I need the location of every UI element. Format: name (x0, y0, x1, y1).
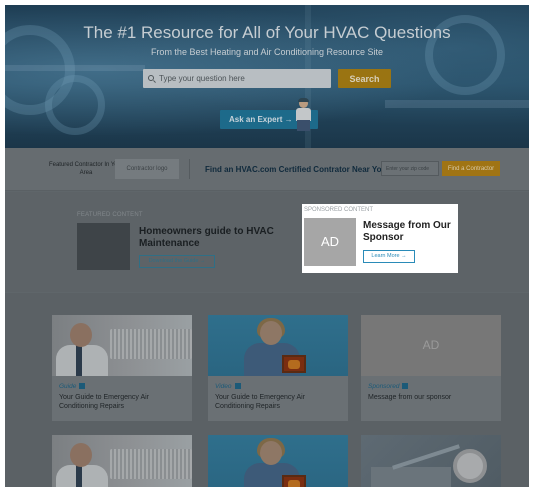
technician-body (56, 345, 108, 376)
ad-icon (402, 383, 409, 389)
woman-head (260, 441, 282, 465)
sponsored-ad-thumbnail: AD (304, 218, 356, 266)
hero-subtitle: From the Best Heating and Air Conditioni… (150, 47, 384, 57)
contractor-logo[interactable]: Contractor logo (115, 159, 179, 179)
technician-strap (76, 345, 82, 376)
ac-unit-illustration (110, 449, 192, 479)
decor-bar (385, 100, 529, 108)
find-contractor-button[interactable]: Find a Contractor (442, 161, 500, 176)
article-cards: Guide Your Guide to Emergency Air Condit… (5, 293, 529, 487)
featured-thumbnail (77, 223, 130, 270)
technician-strap (76, 465, 82, 487)
download-guide-button[interactable]: Download the Guide → (139, 255, 215, 268)
contractor-strip: Featured Contractor In Your Area Contrac… (5, 148, 529, 191)
zip-code-input[interactable] (381, 161, 439, 176)
ad-image: AD (361, 315, 501, 376)
featured-content-heading: FEATURED CONTENT (77, 212, 143, 218)
sponsored-title[interactable]: Message from Our Sponsor (363, 220, 456, 244)
hero-banner: The #1 Resource for All of Your HVAC Que… (5, 5, 529, 148)
article-card-video[interactable]: Video Your Guide to Emergency Air Condit… (208, 315, 348, 421)
card-image (361, 435, 501, 487)
card-title[interactable]: Your Guide to Emergency Air Conditioning… (215, 393, 343, 411)
search-input[interactable] (143, 69, 331, 88)
decor-pipe (45, 75, 105, 135)
motor-rod (392, 444, 460, 470)
woman-head (260, 321, 282, 345)
technician-cap (298, 98, 309, 102)
card-tag: Sponsored (368, 383, 409, 390)
heater-flame (288, 480, 300, 487)
find-contractor-text: Find an HVAC.com Certified Contrator Nea… (205, 165, 387, 174)
card-tag: Guide (59, 383, 86, 390)
search-button[interactable]: Search (338, 69, 391, 88)
card-image (208, 435, 348, 487)
heater-flame (288, 360, 300, 369)
card-image (208, 315, 348, 376)
motor-housing (371, 467, 451, 487)
card-image (52, 315, 192, 376)
card-tag: Video (215, 383, 241, 390)
card-title[interactable]: Your Guide to Emergency Air Conditioning… (59, 393, 187, 411)
technician-head (70, 323, 92, 347)
hero-title: The #1 Resource for All of Your HVAC Que… (83, 23, 451, 42)
card-image (52, 435, 192, 487)
technician-illustration (293, 98, 313, 131)
fan-disc (453, 449, 487, 483)
technician-legs (297, 120, 310, 131)
article-card[interactable] (208, 435, 348, 487)
page-frame: The #1 Resource for All of Your HVAC Que… (5, 5, 529, 487)
technician-body (56, 465, 108, 487)
article-card[interactable] (52, 435, 192, 487)
document-icon (79, 383, 86, 389)
article-card-guide[interactable]: Guide Your Guide to Emergency Air Condit… (52, 315, 192, 421)
video-camera-icon (234, 383, 241, 389)
card-title[interactable]: Message from our sponsor (368, 393, 496, 402)
article-card[interactable] (361, 435, 501, 487)
divider (189, 159, 190, 179)
ac-unit-illustration (110, 329, 192, 359)
article-card-sponsored[interactable]: AD Sponsored Message from our sponsor (361, 315, 501, 421)
sponsored-content-heading: SPONSORED CONTENT (304, 207, 374, 213)
technician-head (70, 443, 92, 467)
learn-more-button[interactable]: Learn More → (363, 250, 415, 263)
featured-contractor-label: Featured Contractor In Your Area (48, 162, 124, 176)
sponsored-card[interactable]: SPONSORED CONTENT AD Message from Our Sp… (302, 204, 458, 273)
search-icon (148, 75, 154, 81)
decor-bar (5, 65, 145, 71)
featured-title[interactable]: Homeowners guide to HVAC Maintenance (139, 226, 279, 250)
